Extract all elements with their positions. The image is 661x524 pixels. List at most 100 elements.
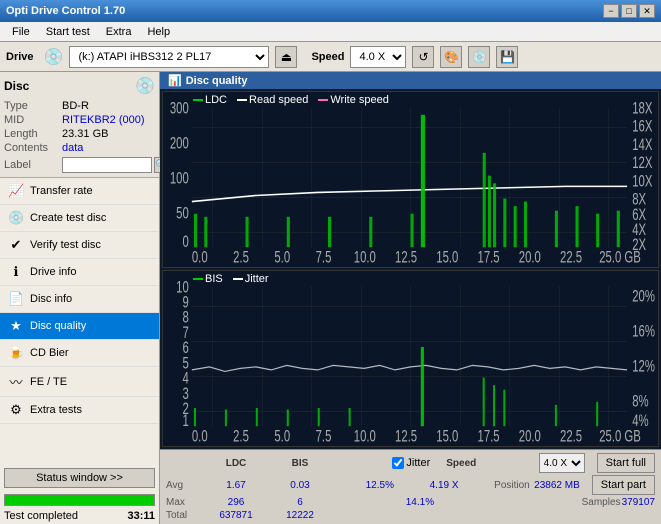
svg-text:1: 1 — [182, 412, 188, 431]
transfer-rate-label: Transfer rate — [30, 185, 93, 197]
status-window-button[interactable]: Status window >> — [4, 468, 155, 488]
verify-test-disc-label: Verify test disc — [30, 239, 101, 251]
ldc-col-header: LDC — [206, 458, 266, 469]
svg-text:25.0 GB: 25.0 GB — [599, 248, 641, 267]
lower-legend: BIS Jitter — [193, 273, 269, 285]
bottom-status: Test completed 33:11 — [0, 508, 159, 524]
disc-panel: Disc 💿 Type BD-R MID RITEKBR2 (000) Leng… — [0, 72, 159, 178]
main-layout: Disc 💿 Type BD-R MID RITEKBR2 (000) Leng… — [0, 72, 661, 524]
max-ldc: 296 — [206, 497, 266, 508]
progress-bar-container — [4, 494, 155, 506]
stats-max-row: Max 296 6 14.1% Samples 379107 — [166, 497, 655, 508]
start-part-button[interactable]: Start part — [592, 475, 655, 495]
sidebar-item-fe-te[interactable]: 〰 FE / TE — [0, 367, 159, 397]
position-label: Position — [494, 480, 530, 491]
position-val: 23862 MB — [534, 480, 580, 491]
disc-contents-value: data — [62, 142, 83, 154]
disc-info-icon: 📄 — [8, 291, 24, 307]
close-button[interactable]: ✕ — [639, 4, 655, 18]
sidebar-item-extra-tests[interactable]: ⚙ Extra tests — [0, 397, 159, 424]
sidebar-item-drive-info[interactable]: ℹ Drive info — [0, 259, 159, 286]
drive-select[interactable]: (k:) ATAPI iHBS312 2 PL17 — [69, 46, 269, 68]
status-time: 33:11 — [127, 510, 155, 522]
menu-extra[interactable]: Extra — [98, 25, 140, 39]
speed-mode-select[interactable]: 4.0 X — [539, 453, 585, 473]
nav-items: 📈 Transfer rate 💿 Create test disc ✔ Ver… — [0, 178, 159, 464]
jitter-check-label: Jitter — [406, 457, 430, 469]
bis-legend-label: BIS — [205, 273, 223, 285]
svg-text:16X: 16X — [632, 118, 653, 137]
cd-bier-label: CD Bier — [30, 347, 69, 359]
disc-type-value: BD-R — [62, 100, 89, 112]
maximize-button[interactable]: □ — [621, 4, 637, 18]
menu-start-test[interactable]: Start test — [38, 25, 98, 39]
start-full-button[interactable]: Start full — [597, 453, 655, 473]
write-speed-legend: Write speed — [318, 94, 389, 106]
disc-quality-label: Disc quality — [30, 320, 86, 332]
sidebar-item-create-test-disc[interactable]: 💿 Create test disc — [0, 205, 159, 232]
speed-label: Speed — [311, 51, 344, 63]
svg-text:7.5: 7.5 — [316, 248, 332, 267]
svg-text:0.0: 0.0 — [192, 248, 208, 267]
svg-text:12X: 12X — [632, 154, 653, 173]
stats-header-row: LDC BIS Jitter Speed 4.0 X Start full — [166, 453, 655, 473]
avg-speed: 4.19 X — [430, 480, 459, 491]
sidebar-item-verify-test-disc[interactable]: ✔ Verify test disc — [0, 232, 159, 259]
disc-length-key: Length — [4, 128, 62, 140]
extra-tests-icon: ⚙ — [8, 402, 24, 418]
progress-bar-fill — [5, 495, 154, 505]
svg-text:17.5: 17.5 — [478, 248, 500, 267]
max-jitter: 14.1% — [406, 497, 434, 508]
minimize-button[interactable]: − — [603, 4, 619, 18]
sidebar-item-disc-quality[interactable]: ★ Disc quality — [0, 313, 159, 340]
create-test-disc-icon: 💿 — [8, 210, 24, 226]
eject-button[interactable]: ⏏ — [275, 46, 297, 68]
svg-text:2.5: 2.5 — [233, 427, 249, 446]
speed-select[interactable]: 4.0 X — [350, 46, 406, 68]
svg-text:17.5: 17.5 — [478, 427, 500, 446]
svg-text:22.5: 22.5 — [560, 427, 582, 446]
samples-val: 379107 — [622, 497, 655, 508]
max-bis: 6 — [270, 497, 330, 508]
lower-chart-svg: 10 9 8 7 6 5 4 3 2 1 20% 16% 12% — [163, 271, 658, 446]
svg-text:10X: 10X — [632, 172, 653, 191]
svg-text:100: 100 — [170, 169, 189, 188]
disc-label-input[interactable] — [62, 157, 152, 173]
svg-text:12.5: 12.5 — [395, 248, 417, 267]
disc-label-key: Label — [4, 159, 62, 171]
write-speed-legend-label: Write speed — [330, 94, 389, 106]
svg-text:5.0: 5.0 — [274, 248, 290, 267]
fe-te-label: FE / TE — [30, 376, 67, 388]
menu-file[interactable]: File — [4, 25, 38, 39]
ldc-legend: LDC — [193, 94, 227, 106]
svg-text:15.0: 15.0 — [436, 427, 458, 446]
charts-wrapper: LDC Read speed Write speed — [160, 89, 661, 449]
chart-container: 📊 Disc quality LDC Read speed — [160, 72, 661, 524]
svg-text:10.0: 10.0 — [354, 248, 376, 267]
sidebar-item-disc-info[interactable]: 📄 Disc info — [0, 286, 159, 313]
svg-text:18X: 18X — [632, 99, 653, 118]
refresh-button[interactable]: ↺ — [412, 46, 434, 68]
stats-panel: LDC BIS Jitter Speed 4.0 X Start full — [160, 449, 661, 524]
avg-jitter: 12.5% — [366, 480, 394, 491]
disc-contents-key: Contents — [4, 142, 62, 154]
disc-info-label: Disc info — [30, 293, 72, 305]
fe-te-icon: 〰 — [8, 372, 24, 391]
svg-text:0.0: 0.0 — [192, 427, 208, 446]
sidebar-item-cd-bier[interactable]: 🍺 CD Bier — [0, 340, 159, 367]
jitter-checkbox[interactable] — [392, 457, 404, 469]
menu-help[interactable]: Help — [139, 25, 178, 39]
svg-text:12%: 12% — [632, 357, 655, 376]
save-button[interactable]: 💾 — [496, 46, 518, 68]
sidebar-item-transfer-rate[interactable]: 📈 Transfer rate — [0, 178, 159, 205]
cd-button[interactable]: 💿 — [468, 46, 490, 68]
svg-text:20.0: 20.0 — [519, 427, 541, 446]
svg-text:8%: 8% — [632, 392, 649, 411]
disc-title: Disc — [4, 79, 29, 93]
total-ldc: 637871 — [206, 510, 266, 521]
paint-button[interactable]: 🎨 — [440, 46, 462, 68]
jitter-check: Jitter — [392, 457, 430, 469]
cd-bier-icon: 🍺 — [8, 345, 24, 361]
window-controls[interactable]: − □ ✕ — [603, 4, 655, 18]
disc-mid-value: RITEKBR2 (000) — [62, 114, 145, 126]
